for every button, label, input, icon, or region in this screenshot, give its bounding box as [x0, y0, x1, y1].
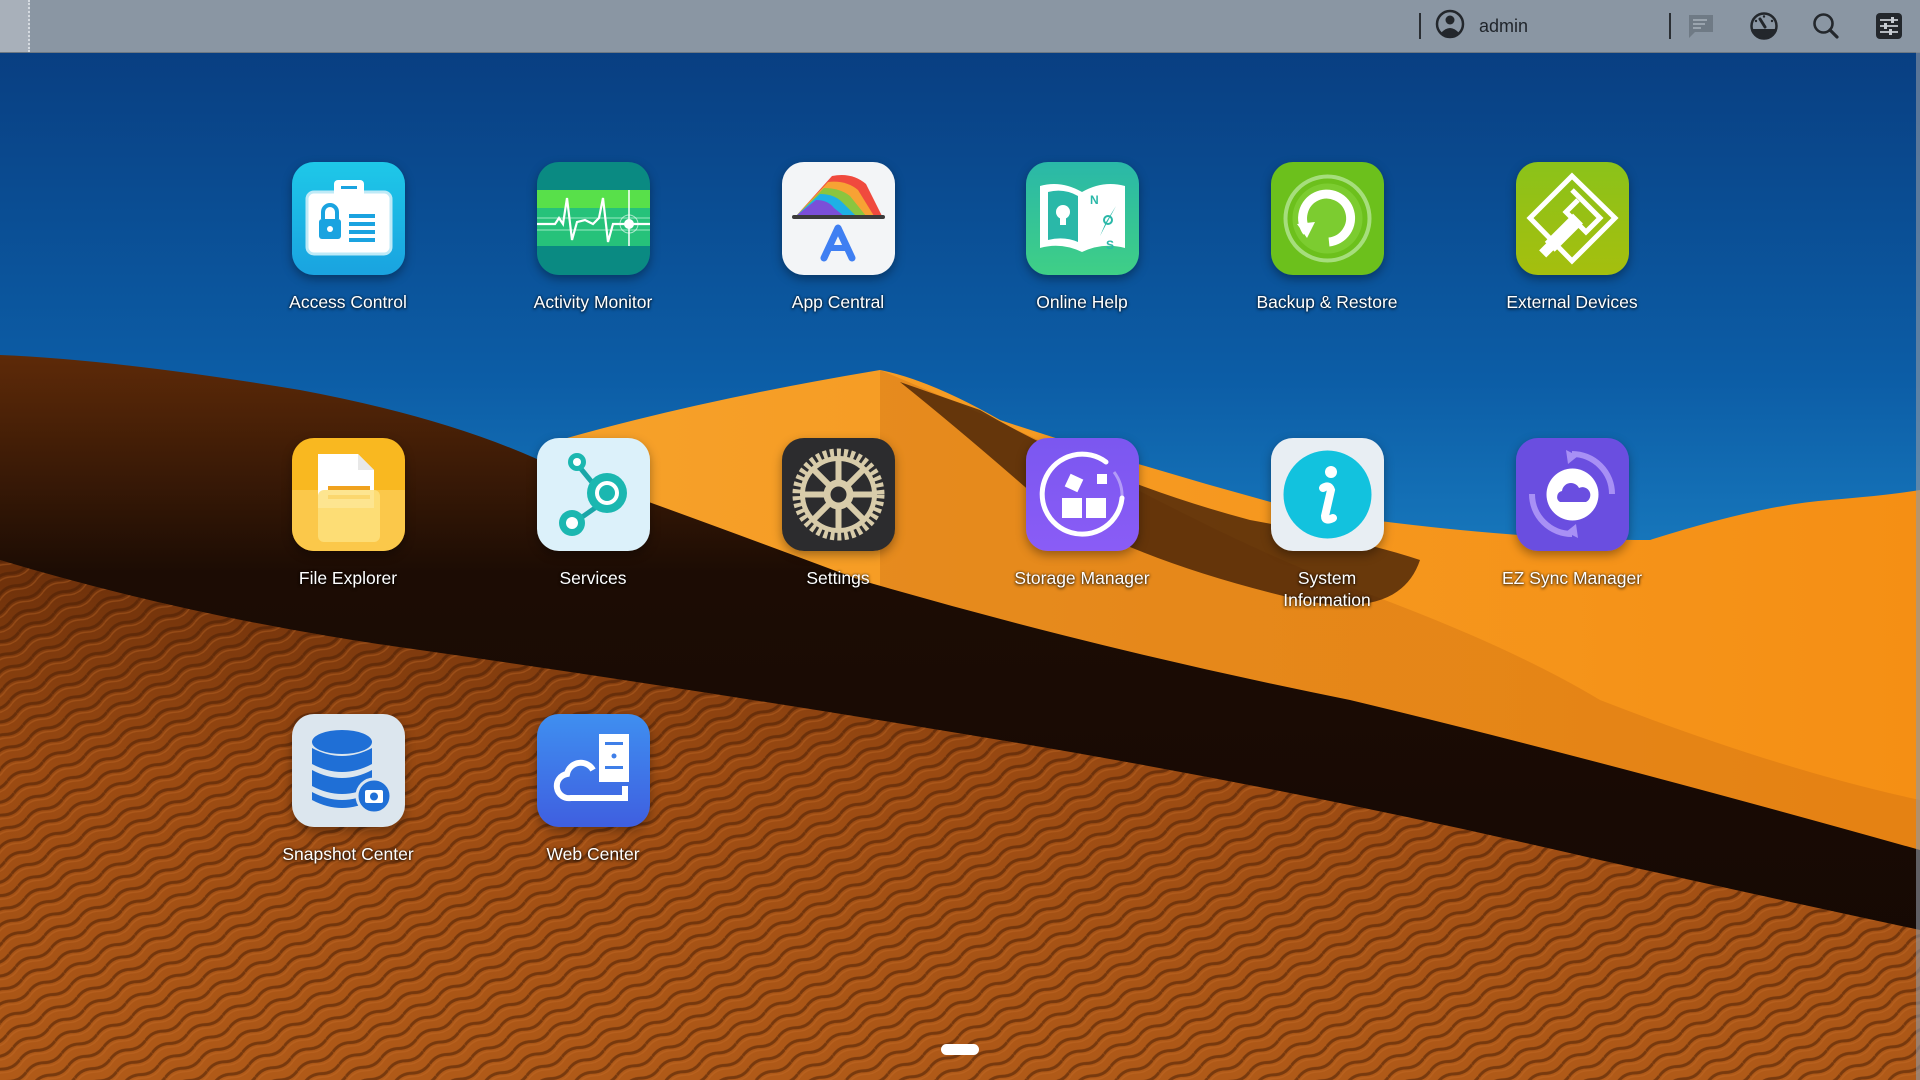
- app-label: Settings: [806, 568, 870, 588]
- user-avatar-icon: [1435, 9, 1465, 44]
- app-web-center[interactable]: Web Center: [493, 714, 693, 865]
- app-activity-monitor[interactable]: Activity Monitor: [493, 162, 693, 313]
- app-storage-manager[interactable]: Storage Manager: [982, 438, 1182, 589]
- app-backup-restore[interactable]: Backup & Restore: [1227, 162, 1427, 313]
- app-label: Snapshot Center: [282, 844, 414, 864]
- app-external-devices[interactable]: External Devices: [1472, 162, 1672, 313]
- settings-gear-icon: [781, 438, 895, 551]
- app-label: Storage Manager: [1014, 568, 1150, 588]
- app-label: System Information: [1283, 568, 1371, 610]
- app-label: External Devices: [1506, 292, 1638, 312]
- app-file-explorer[interactable]: File Explorer: [248, 438, 448, 589]
- app-label: Access Control: [289, 292, 407, 312]
- app-label: App Central: [791, 292, 885, 312]
- username: admin: [1479, 15, 1529, 36]
- snapshot-center-icon: [291, 714, 405, 827]
- system-information-icon: [1270, 438, 1384, 551]
- app-label: File Explorer: [298, 568, 398, 588]
- search-icon[interactable]: [1811, 11, 1841, 41]
- file-explorer-icon: [291, 438, 405, 551]
- app-label: Online Help: [1036, 292, 1128, 312]
- storage-manager-icon: [1025, 438, 1139, 551]
- app-services[interactable]: Services: [493, 438, 693, 589]
- activity-monitor-icon: [536, 162, 650, 275]
- external-devices-icon: [1515, 162, 1629, 275]
- app-label: EZ Sync Manager: [1501, 568, 1643, 588]
- app-ez-sync-manager[interactable]: EZ Sync Manager: [1472, 438, 1672, 589]
- web-center-icon: [536, 714, 650, 827]
- access-control-icon: [291, 162, 405, 275]
- app-online-help[interactable]: NS Online Help: [982, 162, 1182, 313]
- top-bar: admin: [0, 0, 1920, 53]
- app-system-information[interactable]: System Information: [1227, 438, 1427, 611]
- app-label: Services: [559, 568, 627, 588]
- backup-restore-icon: [1270, 162, 1384, 275]
- svg-text:N: N: [1090, 193, 1099, 207]
- scrollbar[interactable]: [1916, 52, 1920, 1080]
- online-help-icon: NS: [1025, 162, 1139, 275]
- ez-sync-manager-icon: [1515, 438, 1629, 551]
- page-indicator[interactable]: [941, 1044, 979, 1055]
- topbar-divider: [1669, 13, 1671, 39]
- settings-sliders-icon[interactable]: [1874, 11, 1904, 41]
- app-settings[interactable]: Settings: [738, 438, 938, 589]
- app-snapshot-center[interactable]: Snapshot Center: [248, 714, 448, 865]
- message-icon[interactable]: [1686, 11, 1716, 41]
- app-label: Activity Monitor: [533, 292, 653, 312]
- services-icon: [536, 438, 650, 551]
- app-label: Web Center: [546, 844, 640, 864]
- app-access-control[interactable]: Access Control: [248, 162, 448, 313]
- user-menu[interactable]: admin: [1435, 9, 1529, 44]
- topbar-divider: [1419, 13, 1421, 39]
- svg-text:S: S: [1106, 238, 1114, 252]
- app-central-icon: [781, 162, 895, 275]
- app-label: Backup & Restore: [1256, 292, 1398, 312]
- dashboard-gauge-icon[interactable]: [1749, 11, 1779, 41]
- topbar-left-handle[interactable]: [0, 0, 30, 52]
- app-app-central[interactable]: App Central: [738, 162, 938, 313]
